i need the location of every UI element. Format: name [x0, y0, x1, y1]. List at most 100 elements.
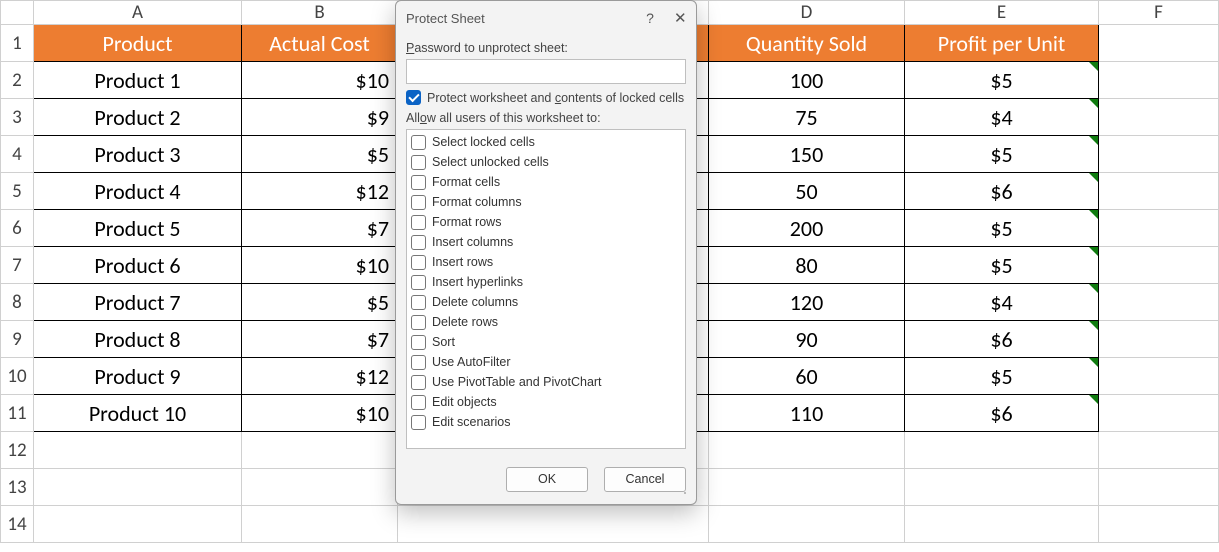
permissions-listbox[interactable]: Select locked cellsSelect unlocked cells… — [406, 129, 686, 449]
permission-checkbox[interactable] — [411, 275, 426, 290]
permission-checkbox[interactable] — [411, 335, 426, 350]
permission-item[interactable]: Format cells — [411, 172, 681, 192]
row-header-12[interactable]: 12 — [1, 432, 34, 469]
cell-A13[interactable] — [34, 469, 242, 506]
cell-B14[interactable] — [242, 506, 398, 543]
cell-E9[interactable]: $6 — [905, 321, 1099, 358]
permission-checkbox[interactable] — [411, 195, 426, 210]
row-header-7[interactable]: 7 — [1, 247, 34, 284]
row-header-3[interactable]: 3 — [1, 99, 34, 136]
cell-A10[interactable]: Product 9 — [34, 358, 242, 395]
cell-E12[interactable] — [905, 432, 1099, 469]
permission-checkbox[interactable] — [411, 135, 426, 150]
cell-B8[interactable]: $5 — [242, 284, 398, 321]
permission-item[interactable]: Insert hyperlinks — [411, 272, 681, 292]
permission-checkbox[interactable] — [411, 255, 426, 270]
cell-B10[interactable]: $12 — [242, 358, 398, 395]
permission-checkbox[interactable] — [411, 155, 426, 170]
cell-F6[interactable] — [1099, 210, 1219, 247]
close-icon[interactable]: ✕ — [662, 9, 686, 27]
permission-item[interactable]: Edit objects — [411, 392, 681, 412]
cell-A7[interactable]: Product 6 — [34, 247, 242, 284]
permission-item[interactable]: Use AutoFilter — [411, 352, 681, 372]
cell-A9[interactable]: Product 8 — [34, 321, 242, 358]
cell-B3[interactable]: $9 — [242, 99, 398, 136]
cell-A5[interactable]: Product 4 — [34, 173, 242, 210]
cell-D4[interactable]: 150 — [709, 136, 905, 173]
cell-A11[interactable]: Product 10 — [34, 395, 242, 432]
permission-checkbox[interactable] — [411, 315, 426, 330]
cell-A3[interactable]: Product 2 — [34, 99, 242, 136]
cell-F3[interactable] — [1099, 99, 1219, 136]
cell-E5[interactable]: $6 — [905, 173, 1099, 210]
cell-F2[interactable] — [1099, 62, 1219, 99]
row-header-1[interactable]: 1 — [1, 25, 34, 62]
cell-A6[interactable]: Product 5 — [34, 210, 242, 247]
permission-item[interactable]: Select locked cells — [411, 132, 681, 152]
cell-E14[interactable] — [905, 506, 1099, 543]
cancel-button[interactable]: Cancel — [604, 467, 686, 492]
cell-B2[interactable]: $10 — [242, 62, 398, 99]
col-header-F[interactable]: F — [1099, 1, 1219, 25]
cell-E6[interactable]: $5 — [905, 210, 1099, 247]
permission-checkbox[interactable] — [411, 295, 426, 310]
cell-E13[interactable] — [905, 469, 1099, 506]
row-header-8[interactable]: 8 — [1, 284, 34, 321]
cell-A4[interactable]: Product 3 — [34, 136, 242, 173]
permission-item[interactable]: Edit scenarios — [411, 412, 681, 432]
cell-E7[interactable]: $5 — [905, 247, 1099, 284]
cell-F13[interactable] — [1099, 469, 1219, 506]
cell-E2[interactable]: $5 — [905, 62, 1099, 99]
dialog-titlebar[interactable]: Protect Sheet ? ✕ — [396, 1, 696, 35]
permission-item[interactable]: Format rows — [411, 212, 681, 232]
ok-button[interactable]: OK — [506, 467, 588, 492]
row-header-2[interactable]: 2 — [1, 62, 34, 99]
cell-E10[interactable]: $5 — [905, 358, 1099, 395]
permission-item[interactable]: Use PivotTable and PivotChart — [411, 372, 681, 392]
cell-B13[interactable] — [242, 469, 398, 506]
permission-checkbox[interactable] — [411, 395, 426, 410]
cell-D11[interactable]: 110 — [709, 395, 905, 432]
cell-E4[interactable]: $5 — [905, 136, 1099, 173]
row-header-10[interactable]: 10 — [1, 358, 34, 395]
row-header-9[interactable]: 9 — [1, 321, 34, 358]
permission-item[interactable]: Delete columns — [411, 292, 681, 312]
cell-B11[interactable]: $10 — [242, 395, 398, 432]
permission-item[interactable]: Select unlocked cells — [411, 152, 681, 172]
cell-D13[interactable] — [709, 469, 905, 506]
cell-F1[interactable] — [1099, 25, 1219, 62]
cell-B6[interactable]: $7 — [242, 210, 398, 247]
row-header-4[interactable]: 4 — [1, 136, 34, 173]
cell-E3[interactable]: $4 — [905, 99, 1099, 136]
cell-A2[interactable]: Product 1 — [34, 62, 242, 99]
cell-B9[interactable]: $7 — [242, 321, 398, 358]
col-header-A[interactable]: A — [34, 1, 242, 25]
cell-C14[interactable] — [398, 506, 709, 543]
header-cell-A[interactable]: Product — [34, 25, 242, 62]
cell-A8[interactable]: Product 7 — [34, 284, 242, 321]
protect-contents-checkbox[interactable] — [406, 90, 421, 105]
permission-checkbox[interactable] — [411, 415, 426, 430]
cell-F14[interactable] — [1099, 506, 1219, 543]
cell-B4[interactable]: $5 — [242, 136, 398, 173]
permission-item[interactable]: Format columns — [411, 192, 681, 212]
cell-E11[interactable]: $6 — [905, 395, 1099, 432]
col-header-E[interactable]: E — [905, 1, 1099, 25]
header-cell-E[interactable]: Profit per Unit — [905, 25, 1099, 62]
cell-F5[interactable] — [1099, 173, 1219, 210]
cell-F7[interactable] — [1099, 247, 1219, 284]
permission-checkbox[interactable] — [411, 215, 426, 230]
cell-A14[interactable] — [34, 506, 242, 543]
row-header-5[interactable]: 5 — [1, 173, 34, 210]
cell-A12[interactable] — [34, 432, 242, 469]
cell-D6[interactable]: 200 — [709, 210, 905, 247]
cell-D3[interactable]: 75 — [709, 99, 905, 136]
cell-D10[interactable]: 60 — [709, 358, 905, 395]
row-header-13[interactable]: 13 — [1, 469, 34, 506]
cell-E8[interactable]: $4 — [905, 284, 1099, 321]
permission-checkbox[interactable] — [411, 235, 426, 250]
cell-D5[interactable]: 50 — [709, 173, 905, 210]
cell-D8[interactable]: 120 — [709, 284, 905, 321]
cell-D7[interactable]: 80 — [709, 247, 905, 284]
permission-item[interactable]: Delete rows — [411, 312, 681, 332]
